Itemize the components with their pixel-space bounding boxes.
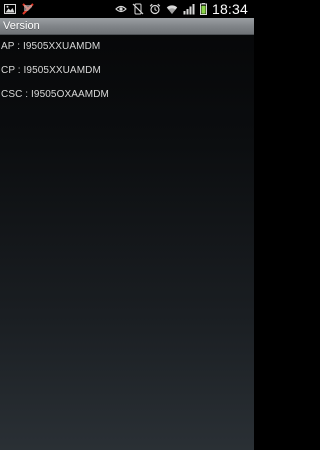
status-right-icons: 18:34 [115, 0, 248, 18]
alarm-icon [149, 3, 161, 15]
status-bar: 18:34 [0, 0, 254, 18]
battery-icon [199, 3, 207, 15]
signal-icon [183, 3, 195, 15]
status-time: 18:34 [211, 1, 248, 17]
screen: 18:34 Version AP : I9505XXUAMDM CP : I95… [0, 0, 254, 450]
version-info: AP : I9505XXUAMDM CP : I9505XXUAMDM CSC … [0, 35, 254, 107]
page-title: Version [3, 19, 40, 32]
status-left-icons [4, 3, 34, 15]
gallery-icon [4, 3, 16, 15]
csc-version: CSC : I9505OXAAMDM [1, 89, 109, 100]
ap-version: AP : I9505XXUAMDM [1, 41, 101, 52]
cp-version: CP : I9505XXUAMDM [1, 65, 101, 76]
title-bar: Version [0, 18, 254, 35]
silent-mode-icon [132, 3, 144, 15]
eye-icon [115, 3, 127, 15]
wifi-icon [166, 3, 178, 15]
usb-debug-icon [22, 3, 34, 15]
